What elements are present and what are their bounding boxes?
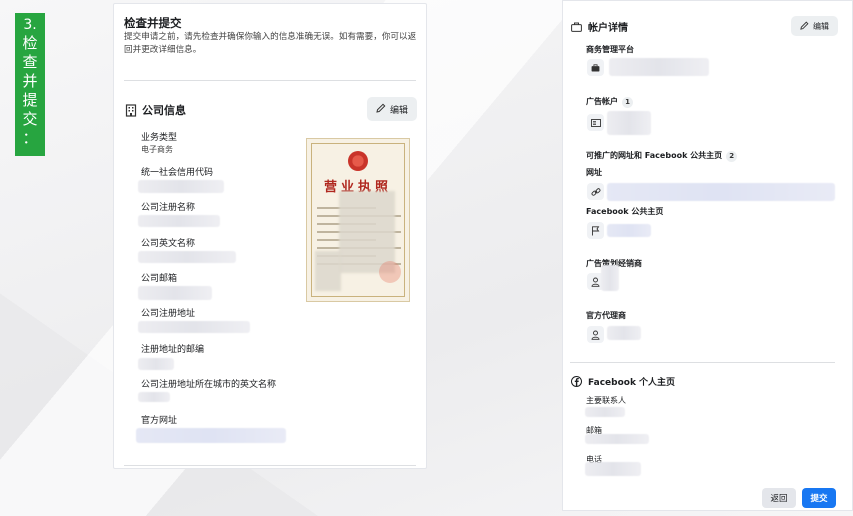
facebook-icon	[570, 375, 583, 388]
link-icon	[587, 183, 604, 200]
section-title: 公司信息	[142, 104, 186, 117]
redacted-value	[138, 358, 174, 370]
redacted-value	[138, 251, 236, 263]
primary-contact-label: 主要联系人	[586, 396, 626, 405]
redacted-value	[138, 321, 250, 333]
step-char: ：	[22, 129, 38, 147]
ad-account-icon	[587, 114, 604, 131]
edit-label: 编辑	[390, 105, 409, 116]
pencil-icon	[800, 21, 809, 32]
promotable-label: 可推广的网址和 Facebook 公共主页 2	[586, 150, 738, 162]
step-char: 交	[22, 110, 38, 128]
official-agent-label: 官方代理商	[586, 311, 626, 320]
redacted-value	[138, 286, 212, 300]
page-title: 检查并提交	[124, 16, 182, 30]
field-label: 公司注册地址所在城市的英文名称	[141, 380, 277, 390]
redacted-value	[138, 180, 224, 193]
redacted-value	[138, 215, 220, 227]
field-label: 公司英文名称	[141, 239, 196, 249]
divider	[124, 465, 416, 466]
company-info-header: 公司信息	[124, 102, 186, 118]
field-label: 业务类型	[141, 133, 178, 143]
step-char: 提	[22, 91, 38, 109]
url-label: 网址	[586, 168, 602, 177]
edit-label: 编辑	[813, 21, 829, 31]
building-icon	[124, 103, 137, 117]
edit-account-button[interactable]: 编辑	[791, 16, 838, 36]
redacted-value	[601, 265, 619, 291]
pencil-icon	[376, 103, 386, 116]
step-tag: 3. 检 查 并 提 交 ：	[15, 13, 45, 156]
ad-account-label: 广告帐户 1	[586, 96, 633, 108]
field-label: 公司注册名称	[141, 203, 196, 213]
field-label: 注册地址的邮编	[141, 345, 205, 355]
redacted-value	[607, 224, 651, 237]
count-badge: 1	[622, 97, 633, 108]
section-title: Facebook 个人主页	[588, 378, 676, 388]
field-label: 公司邮箱	[141, 274, 178, 284]
field-label: 统一社会信用代码	[141, 168, 214, 178]
redacted-value	[585, 407, 625, 417]
divider	[124, 80, 416, 81]
account-panel: 帐户详情 编辑 商务管理平台 广告帐户 1 可推广的网址和 Facebook 公共…	[562, 0, 853, 511]
redacted-value	[607, 111, 651, 135]
account-details-header: 帐户详情	[570, 19, 628, 34]
agent-icon	[587, 326, 604, 343]
divider	[570, 362, 835, 363]
redacted-value	[585, 462, 641, 476]
redacted-value	[607, 183, 835, 201]
facebook-page-label: Facebook 公共主页	[586, 207, 664, 216]
page-description: 提交申请之前，请先检查并确保你输入的信息准确无误。如有需要，你可以返回并更改详细…	[124, 32, 417, 55]
field-label: 官方网址	[141, 416, 178, 426]
flag-icon	[587, 222, 604, 239]
step-number: 3.	[23, 17, 37, 33]
briefcase-icon	[570, 20, 583, 33]
back-button[interactable]: 返回	[762, 488, 796, 508]
step-char: 查	[22, 53, 38, 71]
briefcase-icon	[587, 59, 604, 76]
redacted-value	[138, 392, 170, 402]
section-title: 帐户详情	[588, 23, 628, 34]
submit-button[interactable]: 提交	[802, 488, 836, 508]
field-value: 电子商务	[141, 145, 173, 154]
count-badge: 2	[726, 151, 738, 162]
field-label: 公司注册地址	[141, 309, 196, 319]
redacted-value	[136, 428, 286, 443]
redacted-value	[607, 326, 641, 340]
facebook-profile-header: Facebook 个人主页	[570, 375, 675, 388]
stamp	[379, 261, 401, 283]
step-char: 并	[22, 72, 38, 90]
business-license-image: 营业执照	[306, 138, 410, 302]
business-manager-label: 商务管理平台	[586, 45, 634, 54]
step-char: 检	[22, 34, 38, 52]
redacted-value	[585, 434, 649, 444]
national-emblem-icon	[348, 151, 368, 171]
edit-company-button[interactable]: 编辑	[367, 97, 418, 121]
redacted-value	[609, 58, 709, 76]
